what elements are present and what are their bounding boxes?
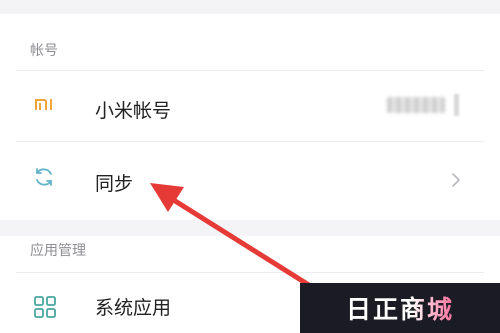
top-strip <box>0 0 500 14</box>
sync-icon <box>36 168 52 186</box>
chevron-right-icon <box>452 173 460 187</box>
row-sync[interactable]: 同步 <box>0 142 500 212</box>
mi-logo-icon <box>35 99 52 110</box>
section-header-apps: 应用管理 <box>30 243 86 259</box>
apps-grid-icon <box>34 296 56 318</box>
account-section: 帐号 小米帐号 同步 <box>0 14 500 220</box>
watermark-logo: 日正商城 <box>300 283 500 333</box>
section-header-account: 帐号 <box>30 43 58 59</box>
account-chevron-blurred <box>454 94 459 116</box>
watermark-text: 日正商城 <box>346 290 454 326</box>
account-value-blurred <box>387 97 445 113</box>
system-apps-label: 系统应用 <box>95 297 172 319</box>
sync-label: 同步 <box>95 173 134 195</box>
mi-account-label: 小米帐号 <box>95 100 172 122</box>
